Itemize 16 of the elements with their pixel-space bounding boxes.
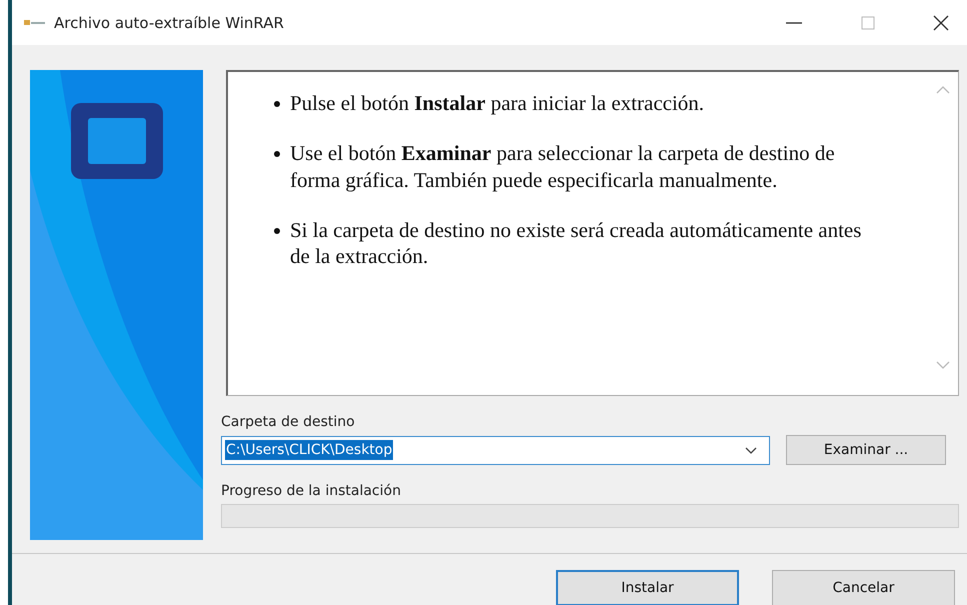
instruction-text: Si la carpeta de destino no existe será creada automáticamente antes de la extracción. (290, 216, 862, 270)
cancel-button[interactable]: Cancelar (772, 570, 955, 605)
close-icon[interactable] (933, 14, 949, 30)
window-title: Archivo auto-extraíble WinRAR (54, 14, 284, 32)
browse-button[interactable]: Examinar ... (786, 435, 946, 465)
bullet-icon (274, 228, 280, 234)
bullet-icon (274, 101, 280, 107)
instruction-text: Pulse el botón Instalar para iniciar la extracción. (290, 90, 704, 116)
folder-combo[interactable]: C:\Users\CLICK\Desktop (221, 436, 770, 464)
field-label: Carpeta de destino (221, 414, 355, 430)
instruction-text: Use el botón Examinar para seleccionar la carpeta de destino de forma gráfica. También puede especificarla manualmente. (290, 140, 836, 193)
progress-label: Progreso de la instalación (221, 483, 401, 499)
dropdown-icon[interactable] (745, 446, 757, 454)
install-button[interactable]: Instalar (556, 570, 739, 605)
archive-icon (24, 18, 46, 28)
bullet-icon (274, 151, 280, 158)
